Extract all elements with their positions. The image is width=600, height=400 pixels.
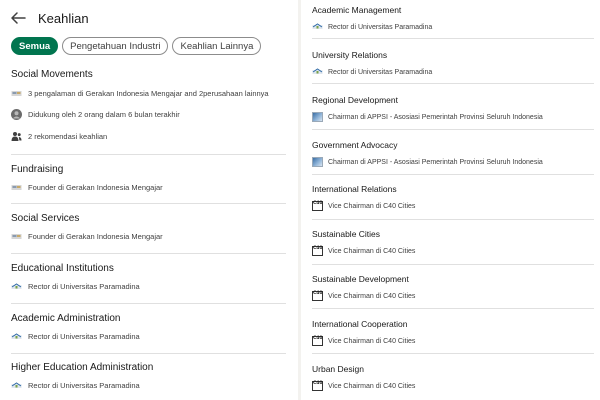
divider	[312, 264, 594, 265]
skills-panel-left: Keahlian Semua Pengetahuan Industri Keah…	[0, 0, 298, 400]
filter-pills: Semua Pengetahuan Industri Keahlian Lain…	[11, 37, 262, 55]
skill-title[interactable]: Sustainable Development	[312, 274, 592, 284]
skill-title[interactable]: Government Advocacy	[312, 140, 592, 150]
skill-item[interactable]: Government Advocacy Chairman di APPSI - …	[312, 140, 592, 167]
avatar-icon	[11, 109, 22, 120]
skill-item[interactable]: Academic Management Rector di Universita…	[312, 5, 592, 32]
skill-detail: Rector di Universitas Paramadina	[312, 67, 592, 77]
skill-detail: Chairman di APPSI - Asosiasi Pemerintah …	[312, 112, 592, 122]
divider	[11, 253, 286, 254]
skill-detail: Rector di Universitas Paramadina	[11, 281, 140, 292]
filter-industry-knowledge[interactable]: Pengetahuan Industri	[62, 37, 169, 55]
divider	[312, 174, 594, 175]
company-logo-icon	[11, 88, 22, 99]
back-arrow-icon[interactable]	[10, 10, 26, 26]
divider	[312, 219, 594, 220]
skill-detail: Founder di Gerakan Indonesia Mengajar	[11, 182, 163, 193]
skill-item[interactable]: International Relations C40 Vice Chairma…	[312, 184, 592, 211]
skill-title[interactable]: International Relations	[312, 184, 592, 194]
skill-detail: 3 pengalaman di Gerakan Indonesia Mengaj…	[11, 88, 269, 99]
divider	[11, 203, 286, 204]
company-logo-icon	[11, 231, 22, 242]
skill-title[interactable]: Social Movements	[11, 69, 93, 80]
page-title: Keahlian	[38, 10, 89, 26]
people-icon	[11, 131, 22, 142]
skill-title[interactable]: Academic Administration	[11, 313, 121, 324]
skill-detail: Rector di Universitas Paramadina	[312, 22, 592, 32]
c40-logo-icon: C40	[312, 381, 323, 391]
skill-detail: Founder di Gerakan Indonesia Mengajar	[11, 231, 163, 242]
university-logo-icon	[11, 380, 22, 391]
skill-item[interactable]: International Cooperation C40 Vice Chair…	[312, 319, 592, 346]
skill-title[interactable]: Higher Education Administration	[11, 362, 153, 373]
divider	[11, 303, 286, 304]
university-logo-icon	[312, 22, 323, 32]
skill-title[interactable]: Social Services	[11, 213, 79, 224]
skill-detail: Rector di Universitas Paramadina	[11, 380, 140, 391]
skill-detail: C40 Vice Chairman di C40 Cities	[312, 201, 416, 211]
skill-detail: C40 Vice Chairman di C40 Cities	[312, 336, 416, 346]
skill-title[interactable]: Fundraising	[11, 164, 63, 175]
skill-title[interactable]: Academic Management	[312, 5, 592, 15]
divider	[11, 353, 286, 354]
divider	[312, 353, 594, 354]
university-logo-icon	[11, 331, 22, 342]
c40-logo-icon: C40	[312, 291, 323, 301]
appsi-logo-icon	[312, 157, 323, 167]
skill-title[interactable]: Sustainable Cities	[312, 229, 592, 239]
skill-item[interactable]: Regional Development Chairman di APPSI -…	[312, 95, 592, 122]
skill-title[interactable]: Urban Design	[312, 364, 592, 374]
university-logo-icon	[312, 67, 323, 77]
skill-title[interactable]: University Relations	[312, 50, 592, 60]
skill-detail: C40 Vice Chairman di C40 Cities	[312, 246, 416, 256]
page-header: Keahlian	[10, 7, 89, 29]
c40-logo-icon: C40	[312, 246, 323, 256]
c40-logo-icon: C40	[312, 336, 323, 346]
divider	[11, 154, 286, 155]
divider	[312, 83, 594, 84]
appsi-logo-icon	[312, 112, 323, 122]
skill-title[interactable]: International Cooperation	[312, 319, 592, 329]
divider	[312, 38, 594, 39]
skill-detail: Chairman di APPSI - Asosiasi Pemerintah …	[312, 157, 592, 167]
divider	[312, 308, 594, 309]
skill-detail: C40 Vice Chairman di C40 Cities	[312, 381, 416, 391]
skill-item[interactable]: Sustainable Development C40 Vice Chairma…	[312, 274, 592, 301]
skills-panel-right: Academic Management Rector di Universita…	[301, 0, 600, 400]
skill-recommendations[interactable]: 2 rekomendasi keahlian	[11, 131, 107, 142]
c40-logo-icon: C40	[312, 201, 323, 211]
filter-all[interactable]: Semua	[11, 37, 59, 55]
skill-detail: C40 Vice Chairman di C40 Cities	[312, 291, 416, 301]
divider	[312, 129, 594, 130]
skill-item[interactable]: Urban Design C40 Vice Chairman di C40 Ci…	[312, 364, 592, 391]
filter-other-skills[interactable]: Keahlian Lainnya	[172, 37, 262, 55]
university-logo-icon	[11, 281, 22, 292]
skill-title[interactable]: Educational Institutions	[11, 263, 114, 274]
skill-endorsement[interactable]: Didukung oleh 2 orang dalam 6 bulan tera…	[11, 109, 180, 120]
skill-item[interactable]: University Relations Rector di Universit…	[312, 50, 592, 77]
skill-detail: Rector di Universitas Paramadina	[11, 331, 140, 342]
skill-item[interactable]: Sustainable Cities C40 Vice Chairman di …	[312, 229, 592, 256]
skill-title[interactable]: Regional Development	[312, 95, 592, 105]
company-logo-icon	[11, 182, 22, 193]
